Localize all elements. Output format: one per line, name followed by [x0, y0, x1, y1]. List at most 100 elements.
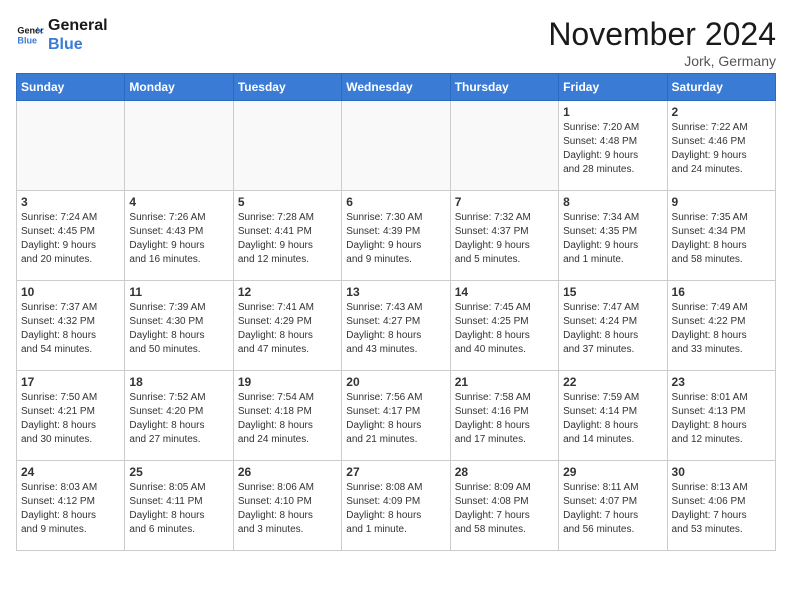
day-cell: 4 Sunrise: 7:26 AMSunset: 4:43 PMDaylight…	[125, 191, 233, 281]
weekday-header-row: SundayMondayTuesdayWednesdayThursdayFrid…	[17, 74, 776, 101]
logo-text-general: General	[48, 16, 108, 35]
day-cell: 21 Sunrise: 7:58 AMSunset: 4:16 PMDayligh…	[450, 371, 558, 461]
day-number: 10	[21, 285, 120, 299]
logo-icon: General Blue	[16, 21, 44, 49]
day-number: 24	[21, 465, 120, 479]
day-number: 2	[672, 105, 771, 119]
day-cell: 17Sunrise: 7:50 AMSunset: 4:21 PMDayligh…	[17, 371, 125, 461]
day-number: 1	[563, 105, 662, 119]
week-row-4: 24 Sunrise: 8:03 AMSunset: 4:12 PMDayligh…	[17, 461, 776, 551]
day-cell: 8 Sunrise: 7:34 AMSunset: 4:35 PMDaylight…	[559, 191, 667, 281]
day-info: Sunrise: 7:28 AMSunset: 4:41 PMDaylight:…	[238, 211, 337, 267]
day-number: 19	[238, 375, 337, 389]
day-cell	[17, 101, 125, 191]
day-number: 5	[238, 195, 337, 209]
day-number: 25	[129, 465, 228, 479]
day-info: Sunrise: 7:24 AMSunset: 4:45 PMDaylight:…	[21, 211, 120, 267]
day-cell	[233, 101, 341, 191]
weekday-header-sunday: Sunday	[17, 74, 125, 101]
svg-text:Blue: Blue	[17, 36, 37, 46]
day-info: Sunrise: 7:41 AMSunset: 4:29 PMDaylight:…	[238, 301, 337, 357]
day-info: Sunrise: 8:13 AMSunset: 4:06 PMDaylight:…	[672, 481, 771, 537]
day-info: Sunrise: 7:22 AMSunset: 4:46 PMDaylight:…	[672, 121, 771, 177]
day-number: 4	[129, 195, 228, 209]
day-number: 30	[672, 465, 771, 479]
day-cell: 22 Sunrise: 7:59 AMSunset: 4:14 PMDayligh…	[559, 371, 667, 461]
day-number: 22	[563, 375, 662, 389]
day-info: Sunrise: 7:35 AMSunset: 4:34 PMDaylight:…	[672, 211, 771, 267]
day-number: 29	[563, 465, 662, 479]
week-row-0: 1 Sunrise: 7:20 AMSunset: 4:48 PMDaylight…	[17, 101, 776, 191]
weekday-header-wednesday: Wednesday	[342, 74, 450, 101]
week-row-3: 17Sunrise: 7:50 AMSunset: 4:21 PMDayligh…	[17, 371, 776, 461]
logo: General Blue General Blue	[16, 16, 108, 54]
day-number: 15	[563, 285, 662, 299]
day-info: Sunrise: 8:06 AMSunset: 4:10 PMDaylight:…	[238, 481, 337, 537]
day-number: 28	[455, 465, 554, 479]
day-number: 23	[672, 375, 771, 389]
day-number: 16	[672, 285, 771, 299]
day-info: Sunrise: 7:47 AMSunset: 4:24 PMDaylight:…	[563, 301, 662, 357]
day-cell: 19 Sunrise: 7:54 AMSunset: 4:18 PMDayligh…	[233, 371, 341, 461]
day-info: Sunrise: 7:59 AMSunset: 4:14 PMDaylight:…	[563, 391, 662, 447]
day-cell: 15 Sunrise: 7:47 AMSunset: 4:24 PMDayligh…	[559, 281, 667, 371]
day-number: 13	[346, 285, 445, 299]
day-info: Sunrise: 7:49 AMSunset: 4:22 PMDaylight:…	[672, 301, 771, 357]
day-number: 11	[129, 285, 228, 299]
day-number: 9	[672, 195, 771, 209]
day-cell: 27Sunrise: 8:08 AMSunset: 4:09 PMDayligh…	[342, 461, 450, 551]
day-info: Sunrise: 7:26 AMSunset: 4:43 PMDaylight:…	[129, 211, 228, 267]
day-info: Sunrise: 8:11 AMSunset: 4:07 PMDaylight:…	[563, 481, 662, 537]
day-cell	[450, 101, 558, 191]
day-info: Sunrise: 7:54 AMSunset: 4:18 PMDaylight:…	[238, 391, 337, 447]
day-cell: 11 Sunrise: 7:39 AMSunset: 4:30 PMDayligh…	[125, 281, 233, 371]
day-cell: 23 Sunrise: 8:01 AMSunset: 4:13 PMDayligh…	[667, 371, 775, 461]
month-title: November 2024	[548, 16, 776, 53]
day-cell: 5 Sunrise: 7:28 AMSunset: 4:41 PMDaylight…	[233, 191, 341, 281]
day-number: 20	[346, 375, 445, 389]
weekday-header-tuesday: Tuesday	[233, 74, 341, 101]
day-cell: 9 Sunrise: 7:35 AMSunset: 4:34 PMDaylight…	[667, 191, 775, 281]
weekday-header-saturday: Saturday	[667, 74, 775, 101]
day-info: Sunrise: 7:56 AMSunset: 4:17 PMDaylight:…	[346, 391, 445, 447]
day-info: Sunrise: 7:20 AMSunset: 4:48 PMDaylight:…	[563, 121, 662, 177]
day-cell: 26 Sunrise: 8:06 AMSunset: 4:10 PMDayligh…	[233, 461, 341, 551]
week-row-2: 10Sunrise: 7:37 AMSunset: 4:32 PMDayligh…	[17, 281, 776, 371]
day-cell: 18 Sunrise: 7:52 AMSunset: 4:20 PMDayligh…	[125, 371, 233, 461]
day-info: Sunrise: 7:32 AMSunset: 4:37 PMDaylight:…	[455, 211, 554, 267]
title-area: November 2024 Jork, Germany	[548, 16, 776, 69]
day-cell: 7 Sunrise: 7:32 AMSunset: 4:37 PMDaylight…	[450, 191, 558, 281]
day-number: 12	[238, 285, 337, 299]
day-cell: 30 Sunrise: 8:13 AMSunset: 4:06 PMDayligh…	[667, 461, 775, 551]
day-cell: 2 Sunrise: 7:22 AMSunset: 4:46 PMDaylight…	[667, 101, 775, 191]
day-info: Sunrise: 8:05 AMSunset: 4:11 PMDaylight:…	[129, 481, 228, 537]
day-info: Sunrise: 8:08 AMSunset: 4:09 PMDaylight:…	[346, 481, 445, 537]
day-info: Sunrise: 8:01 AMSunset: 4:13 PMDaylight:…	[672, 391, 771, 447]
day-cell: 6 Sunrise: 7:30 AMSunset: 4:39 PMDaylight…	[342, 191, 450, 281]
day-number: 14	[455, 285, 554, 299]
day-number: 8	[563, 195, 662, 209]
day-number: 21	[455, 375, 554, 389]
day-cell: 1 Sunrise: 7:20 AMSunset: 4:48 PMDaylight…	[559, 101, 667, 191]
day-number: 26	[238, 465, 337, 479]
weekday-header-monday: Monday	[125, 74, 233, 101]
day-info: Sunrise: 8:03 AMSunset: 4:12 PMDaylight:…	[21, 481, 120, 537]
day-info: Sunrise: 7:34 AMSunset: 4:35 PMDaylight:…	[563, 211, 662, 267]
day-info: Sunrise: 7:58 AMSunset: 4:16 PMDaylight:…	[455, 391, 554, 447]
calendar-table: SundayMondayTuesdayWednesdayThursdayFrid…	[16, 73, 776, 551]
day-number: 7	[455, 195, 554, 209]
day-info: Sunrise: 8:09 AMSunset: 4:08 PMDaylight:…	[455, 481, 554, 537]
day-cell	[342, 101, 450, 191]
day-number: 17	[21, 375, 120, 389]
day-cell: 3Sunrise: 7:24 AMSunset: 4:45 PMDaylight…	[17, 191, 125, 281]
location: Jork, Germany	[548, 53, 776, 69]
day-number: 6	[346, 195, 445, 209]
day-cell: 28 Sunrise: 8:09 AMSunset: 4:08 PMDayligh…	[450, 461, 558, 551]
day-cell: 24 Sunrise: 8:03 AMSunset: 4:12 PMDayligh…	[17, 461, 125, 551]
day-number: 18	[129, 375, 228, 389]
day-cell: 29 Sunrise: 8:11 AMSunset: 4:07 PMDayligh…	[559, 461, 667, 551]
day-info: Sunrise: 7:39 AMSunset: 4:30 PMDaylight:…	[129, 301, 228, 357]
weekday-header-thursday: Thursday	[450, 74, 558, 101]
day-info: Sunrise: 7:52 AMSunset: 4:20 PMDaylight:…	[129, 391, 228, 447]
day-info: Sunrise: 7:30 AMSunset: 4:39 PMDaylight:…	[346, 211, 445, 267]
